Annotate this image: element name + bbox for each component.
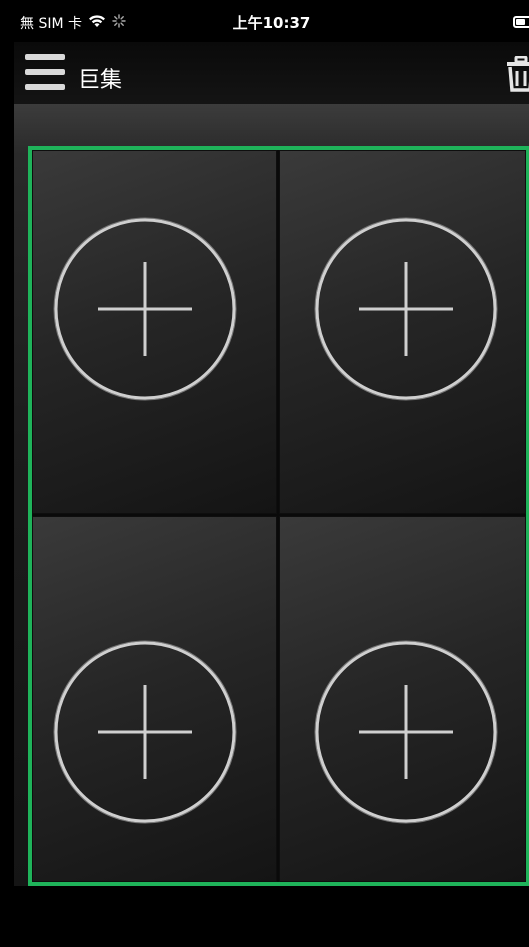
status-time: 上午10:37 <box>232 14 311 32</box>
battery-icon <box>513 16 529 28</box>
macro-slot-top-left[interactable] <box>32 150 279 516</box>
add-circle-icon <box>53 640 237 824</box>
navigation-bar: 巨集 <box>14 42 529 104</box>
macro-grid <box>28 146 529 886</box>
hamburger-menu-icon[interactable] <box>25 54 65 92</box>
bottom-area <box>14 886 529 947</box>
add-circle-icon <box>53 217 237 401</box>
macro-slot-top-right[interactable] <box>279 150 526 516</box>
macro-slot-bottom-left[interactable] <box>32 516 279 882</box>
status-bar: 無 SIM 卡 上午10:37 <box>14 0 529 42</box>
add-circle-icon <box>314 217 498 401</box>
macro-slot-bottom-right[interactable] <box>279 516 526 882</box>
add-circle-icon <box>314 640 498 824</box>
page-title: 巨集 <box>78 68 123 93</box>
app-screen: 無 SIM 卡 上午10:37 巨集 <box>14 0 529 947</box>
trash-icon[interactable] <box>505 55 529 92</box>
